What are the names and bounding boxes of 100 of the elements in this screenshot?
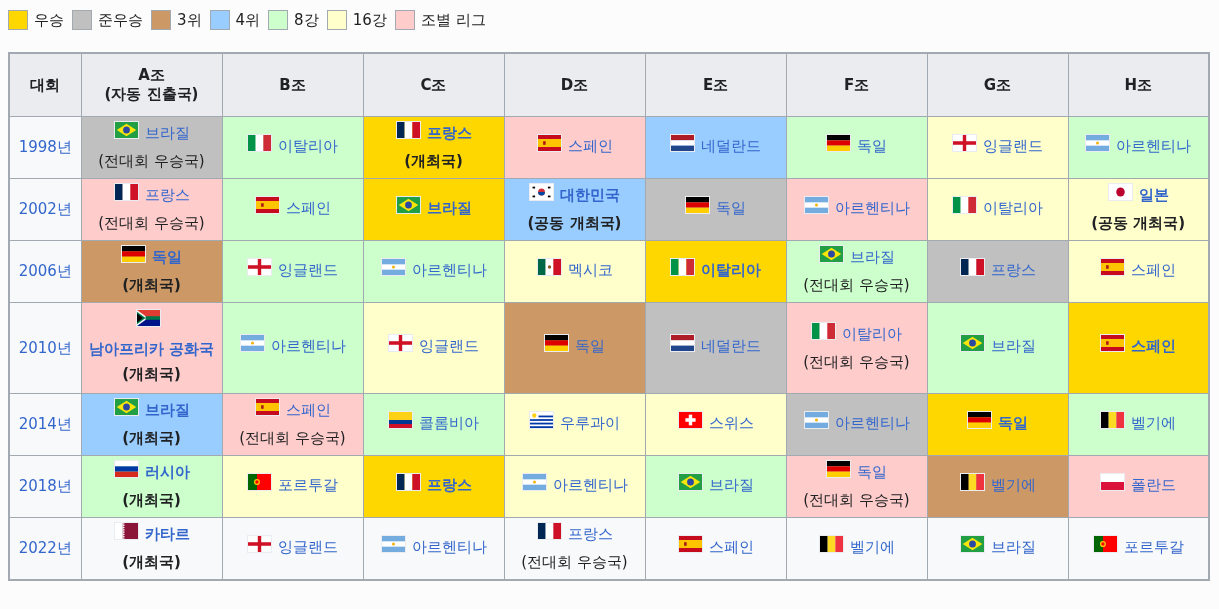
- cell-note: (개최국): [122, 490, 181, 511]
- cell-note: (공동 개최국): [527, 213, 622, 234]
- country-link[interactable]: 네덜란드: [701, 334, 761, 359]
- country-link[interactable]: 네덜란드: [701, 133, 761, 159]
- country-link[interactable]: 일본: [1138, 183, 1169, 208]
- country-link[interactable]: 아르헨티나: [834, 410, 910, 436]
- country-link[interactable]: 우루과이: [560, 410, 620, 436]
- country-link[interactable]: 프랑스: [144, 183, 190, 208]
- country-link[interactable]: 브라질: [708, 472, 754, 498]
- year-link[interactable]: 2022년: [18, 539, 72, 558]
- country-link[interactable]: 벨기에: [1131, 410, 1177, 436]
- country-link[interactable]: 프랑스: [567, 522, 613, 547]
- flag-icon: [811, 321, 836, 340]
- country-link[interactable]: 남아프리카 공화국: [88, 337, 215, 362]
- country-link[interactable]: 브라질: [849, 245, 895, 270]
- country-link[interactable]: 스페인: [708, 534, 754, 560]
- country-link[interactable]: 잉글랜드: [419, 334, 479, 359]
- country-link[interactable]: 벨기에: [849, 534, 895, 560]
- country-link[interactable]: 스위스: [708, 410, 754, 436]
- flag-icon: [1100, 334, 1126, 353]
- country-link[interactable]: 스페인: [285, 195, 331, 221]
- country-link[interactable]: 폴란드: [1131, 472, 1177, 498]
- flag-icon: [959, 534, 985, 553]
- country-link[interactable]: 아르헨티나: [1116, 133, 1192, 159]
- flag-icon: [959, 257, 985, 276]
- flag-icon: [380, 257, 406, 276]
- year-link[interactable]: 2002년: [18, 200, 72, 219]
- country-link[interactable]: 스페인: [567, 133, 613, 159]
- country-link[interactable]: 스페인: [1131, 334, 1177, 359]
- country-link[interactable]: 브라질: [144, 121, 190, 146]
- country-link[interactable]: 러시아: [144, 460, 190, 485]
- country-link[interactable]: 독일: [857, 133, 887, 159]
- country-link[interactable]: 이탈리아: [701, 257, 761, 283]
- column-header: A조 (자동 진출국): [81, 53, 222, 117]
- country-link[interactable]: 이탈리아: [983, 195, 1043, 221]
- country-link[interactable]: 브라질: [990, 534, 1036, 560]
- country-link[interactable]: 브라질: [990, 334, 1036, 359]
- flag-icon: [952, 195, 977, 214]
- year-link[interactable]: 2010년: [18, 338, 72, 357]
- flag-icon: [818, 534, 844, 553]
- flag-icon: [395, 195, 421, 214]
- country-link[interactable]: 브라질: [144, 398, 190, 423]
- flag-icon: [536, 257, 562, 276]
- flag-icon: [677, 472, 703, 491]
- country-link[interactable]: 프랑스: [426, 472, 472, 498]
- country-link[interactable]: 프랑스: [426, 121, 472, 146]
- country-link[interactable]: 콜롬비아: [419, 410, 479, 436]
- flag-icon: [536, 133, 562, 152]
- flag-icon: [521, 472, 547, 491]
- country-link[interactable]: 이탈리아: [842, 321, 902, 347]
- country-link[interactable]: 카타르: [144, 522, 190, 547]
- country-link[interactable]: 아르헨티나: [411, 257, 487, 283]
- country-link[interactable]: 프랑스: [990, 257, 1036, 283]
- column-header: C조: [363, 53, 504, 117]
- year-link[interactable]: 2006년: [18, 262, 72, 281]
- cell-note: (전대회 우승국): [803, 351, 910, 373]
- country-link[interactable]: 멕시코: [567, 257, 613, 283]
- country-link[interactable]: 아르헨티나: [552, 472, 628, 498]
- flag-icon: [529, 183, 554, 202]
- country-link[interactable]: 이탈리아: [278, 133, 338, 159]
- flag-icon: [247, 472, 272, 491]
- year-link[interactable]: 2018년: [18, 477, 72, 496]
- flag-icon: [826, 460, 851, 479]
- flag-icon: [670, 334, 695, 353]
- country-link[interactable]: 포르투갈: [278, 472, 338, 498]
- cell-note: (개최국): [122, 363, 181, 385]
- flag-icon: [388, 334, 413, 353]
- flag-icon: [1107, 183, 1133, 202]
- country-link[interactable]: 잉글랜드: [278, 257, 338, 283]
- flag-icon: [544, 334, 569, 353]
- cell-note: (공동 개최국): [1091, 213, 1186, 234]
- country-link[interactable]: 브라질: [426, 195, 472, 221]
- cell-note: (개최국): [122, 275, 181, 296]
- flag-icon: [113, 183, 139, 202]
- country-link[interactable]: 스페인: [1131, 257, 1177, 283]
- country-link[interactable]: 아르헨티나: [834, 195, 910, 221]
- country-link[interactable]: 독일: [998, 410, 1028, 436]
- country-link[interactable]: 독일: [716, 195, 746, 221]
- flag-icon: [818, 245, 844, 264]
- flag-icon: [239, 334, 265, 353]
- country-link[interactable]: 잉글랜드: [983, 133, 1043, 159]
- column-header: D조: [504, 53, 645, 117]
- country-link[interactable]: 아르헨티나: [270, 334, 346, 359]
- flag-icon: [826, 133, 851, 152]
- country-link[interactable]: 독일: [857, 460, 887, 485]
- flag-icon: [388, 410, 413, 429]
- country-link[interactable]: 포르투갈: [1123, 534, 1184, 560]
- year-link[interactable]: 1998년: [18, 138, 72, 157]
- legend-label: 4위: [235, 10, 261, 30]
- flag-icon: [113, 121, 139, 140]
- country-link[interactable]: 대한민국: [560, 183, 620, 208]
- flag-icon: [254, 398, 280, 417]
- country-link[interactable]: 아르헨티나: [411, 534, 487, 560]
- country-link[interactable]: 잉글랜드: [278, 534, 338, 560]
- year-link[interactable]: 2014년: [18, 415, 72, 434]
- flag-icon: [136, 309, 161, 328]
- flag-icon: [803, 410, 829, 429]
- country-link[interactable]: 스페인: [285, 398, 331, 423]
- flag-icon: [113, 460, 139, 479]
- cell-note: (개최국): [122, 428, 181, 449]
